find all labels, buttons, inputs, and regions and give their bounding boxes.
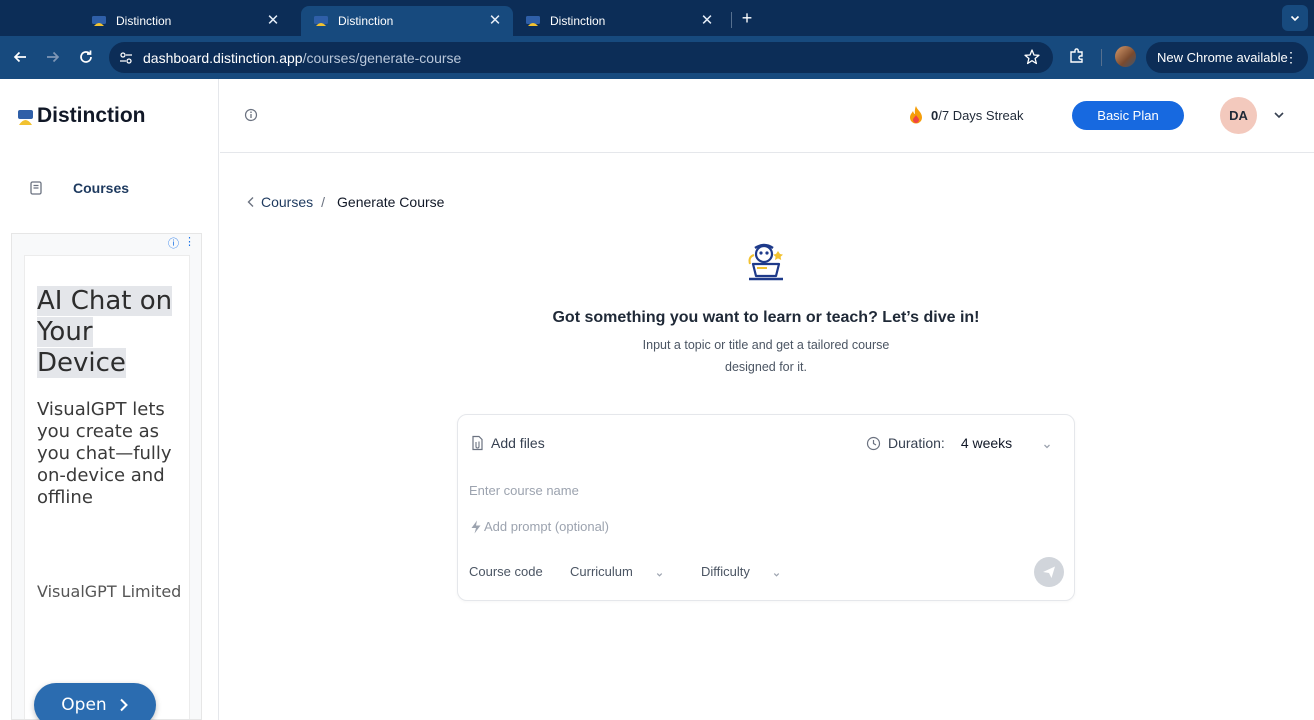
ad-advertiser: VisualGPT Limited bbox=[37, 582, 182, 601]
ad-open-button[interactable]: Open bbox=[34, 683, 156, 720]
ad-menu-icon[interactable]: ⋮ bbox=[184, 235, 195, 251]
close-tab-icon[interactable]: ✕ bbox=[265, 13, 281, 29]
forward-icon[interactable] bbox=[42, 46, 64, 68]
streak-indicator[interactable]: 0/7 Days Streak bbox=[908, 105, 1024, 125]
new-chrome-label: New Chrome available bbox=[1157, 50, 1288, 65]
learner-laptop-icon bbox=[745, 243, 787, 281]
more-icon[interactable]: ⋮ bbox=[1284, 48, 1298, 66]
app-logo[interactable]: Distinction bbox=[18, 104, 146, 128]
browser-tab-strip: Distinction ✕ Distinction ✕ Distinction … bbox=[0, 0, 1314, 36]
clock-icon bbox=[866, 436, 881, 451]
lightning-icon bbox=[470, 520, 482, 534]
ad-headline[interactable]: AI Chat on Your Device bbox=[37, 286, 187, 379]
advertisement[interactable]: ⓘ ⋮ AI Chat on Your Device VisualGPT let… bbox=[11, 233, 202, 720]
site-settings-icon[interactable] bbox=[117, 49, 134, 66]
tab-title: Distinction bbox=[550, 14, 606, 28]
basic-plan-button[interactable]: Basic Plan bbox=[1072, 101, 1184, 130]
tab-divider bbox=[731, 12, 732, 28]
book-icon bbox=[28, 180, 44, 196]
browser-tab-1[interactable]: Distinction ✕ bbox=[79, 6, 291, 36]
ad-choices[interactable]: ⓘ ⋮ bbox=[168, 235, 195, 251]
fire-icon bbox=[908, 105, 924, 125]
url-path: /courses/generate-course bbox=[302, 50, 462, 66]
attach-file-icon bbox=[470, 435, 484, 451]
ad-headline-line: Device bbox=[37, 348, 126, 378]
send-button[interactable] bbox=[1034, 557, 1064, 587]
difficulty-select[interactable]: Difficulty bbox=[701, 564, 781, 579]
address-bar[interactable]: dashboard.distinction.app/courses/genera… bbox=[109, 42, 1053, 73]
chevron-down-icon bbox=[655, 567, 664, 577]
browser-tab-3[interactable]: Distinction ✕ bbox=[513, 6, 725, 36]
toolbar-divider bbox=[1101, 49, 1102, 66]
distinction-favicon-icon bbox=[313, 13, 329, 29]
breadcrumb-courses-link[interactable]: Courses bbox=[261, 194, 313, 210]
difficulty-label: Difficulty bbox=[701, 564, 750, 579]
new-chrome-available-button[interactable]: New Chrome available ⋮ bbox=[1146, 42, 1308, 73]
new-tab-icon[interactable]: + bbox=[737, 8, 757, 28]
add-prompt-field[interactable]: Add prompt (optional) bbox=[470, 519, 609, 534]
course-code-field[interactable]: Course code bbox=[469, 564, 543, 579]
info-icon[interactable] bbox=[244, 108, 258, 122]
bookmark-star-icon[interactable] bbox=[1023, 48, 1041, 66]
hero-title: Got something you want to learn or teach… bbox=[552, 309, 980, 326]
logo-text: Distinction bbox=[37, 104, 146, 127]
close-tab-icon[interactable]: ✕ bbox=[699, 13, 715, 29]
browser-tab-2[interactable]: Distinction ✕ bbox=[301, 6, 513, 36]
course-name-input[interactable] bbox=[469, 479, 1009, 501]
curriculum-select[interactable]: Curriculum bbox=[570, 564, 664, 579]
sidebar-item-label: Courses bbox=[73, 180, 130, 196]
sidebar-item-courses[interactable]: Courses bbox=[20, 173, 200, 203]
streak-count: 0 bbox=[931, 107, 939, 123]
tab-title: Distinction bbox=[116, 14, 172, 28]
curriculum-label: Curriculum bbox=[570, 564, 633, 579]
distinction-favicon-icon bbox=[91, 13, 107, 29]
logo-mark-icon bbox=[18, 108, 33, 125]
ad-body-text: VisualGPT lets you create as you chat—fu… bbox=[37, 399, 172, 508]
ad-headline-line: Your bbox=[37, 317, 93, 347]
tab-title: Distinction bbox=[338, 14, 394, 28]
duration-value: 4 weeks bbox=[960, 435, 1013, 451]
send-icon bbox=[1043, 566, 1055, 578]
ad-info-icon[interactable]: ⓘ bbox=[168, 235, 179, 251]
duration-label: Duration: bbox=[888, 435, 945, 451]
course-options-row: Course code Curriculum Difficulty bbox=[469, 562, 1069, 582]
chevron-down-icon bbox=[772, 567, 781, 577]
duration-select[interactable]: Duration: 4 weeks bbox=[866, 435, 1052, 451]
ad-open-label: Open bbox=[61, 695, 107, 715]
breadcrumb: Courses / Generate Course bbox=[245, 194, 444, 210]
url-text[interactable]: dashboard.distinction.app/courses/genera… bbox=[143, 50, 461, 66]
reload-icon[interactable] bbox=[75, 46, 97, 68]
add-prompt-placeholder: Add prompt (optional) bbox=[484, 519, 610, 534]
user-avatar[interactable]: DA bbox=[1220, 97, 1257, 134]
top-header: 0/7 Days Streak Basic Plan DA bbox=[220, 79, 1314, 153]
chevron-down-icon[interactable] bbox=[1272, 108, 1286, 122]
distinction-favicon-icon bbox=[525, 13, 541, 29]
ad-card[interactable]: AI Chat on Your Device VisualGPT lets yo… bbox=[24, 255, 190, 719]
tab-search-icon[interactable] bbox=[1282, 5, 1308, 31]
chevron-right-icon bbox=[119, 698, 128, 712]
sidebar: Distinction Courses ⓘ ⋮ AI Chat on Your … bbox=[0, 79, 219, 720]
generate-course-form: Add files Duration: 4 weeks Add prompt (… bbox=[457, 414, 1075, 601]
ad-headline-line: AI Chat on bbox=[37, 286, 173, 316]
back-icon[interactable] bbox=[9, 46, 31, 68]
breadcrumb-separator: / bbox=[321, 194, 326, 210]
streak-label: /7 Days Streak bbox=[938, 107, 1024, 123]
chevron-down-icon bbox=[1042, 438, 1052, 449]
close-tab-icon[interactable]: ✕ bbox=[487, 13, 503, 29]
add-files-button[interactable]: Add files bbox=[470, 435, 545, 451]
chevron-left-icon[interactable] bbox=[245, 195, 257, 209]
hero-subtitle: Input a topic or title and get a tailore… bbox=[642, 338, 890, 374]
breadcrumb-current: Generate Course bbox=[337, 194, 445, 210]
profile-avatar[interactable] bbox=[1115, 46, 1136, 67]
url-host: dashboard.distinction.app bbox=[143, 50, 303, 66]
extensions-icon[interactable] bbox=[1067, 46, 1087, 66]
add-files-label: Add files bbox=[491, 435, 545, 451]
browser-toolbar: dashboard.distinction.app/courses/genera… bbox=[0, 36, 1314, 79]
